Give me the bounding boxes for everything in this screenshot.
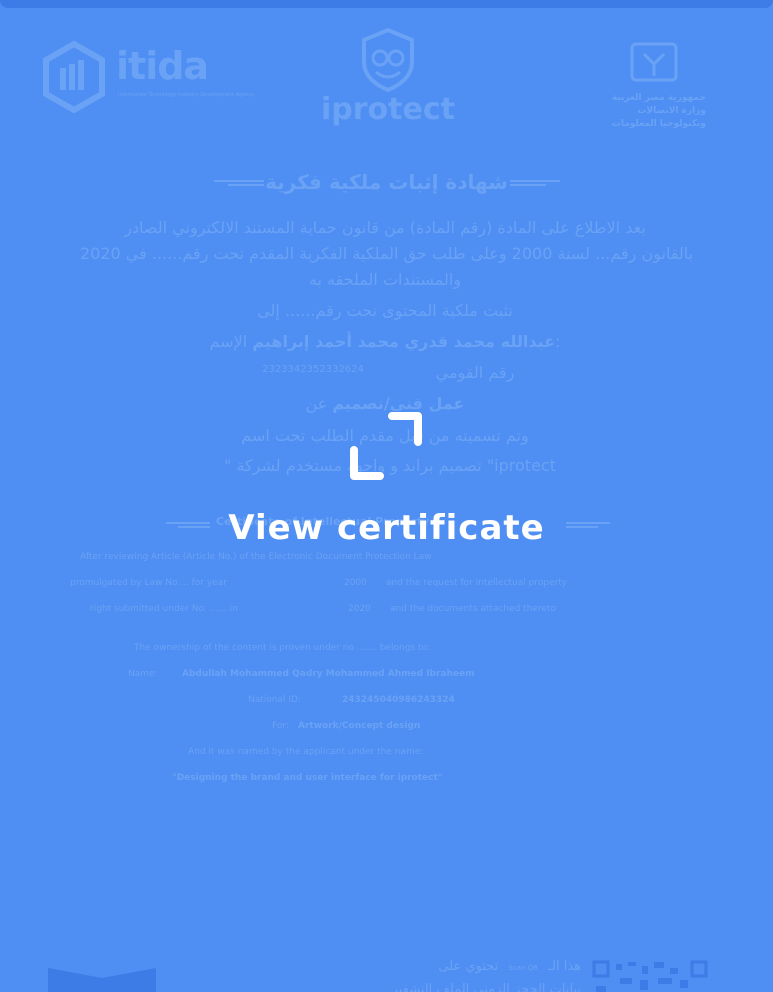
certificate-card[interactable]: itida Information Technology Industry De… [0, 0, 773, 992]
view-certificate-label[interactable]: View certificate [0, 508, 773, 548]
expand-icon[interactable] [350, 412, 422, 480]
view-certificate-overlay[interactable]: View certificate [0, 0, 773, 992]
